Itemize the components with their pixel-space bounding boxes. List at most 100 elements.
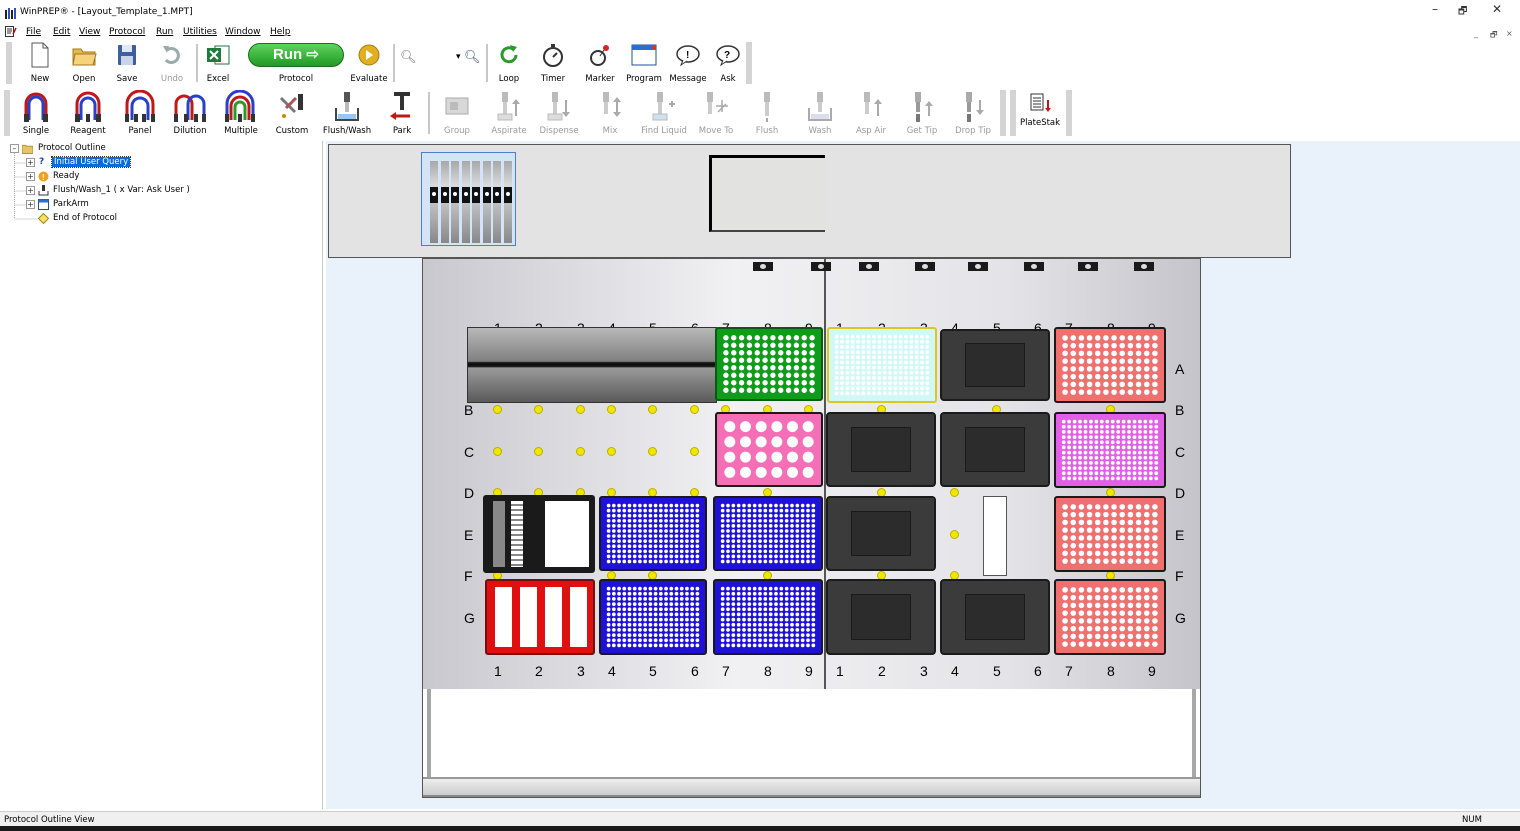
- close-button[interactable]: ✕: [1492, 2, 1502, 16]
- menu-protocol[interactable]: Protocol: [109, 27, 145, 37]
- asp-air-button[interactable]: Asp Air: [850, 88, 892, 136]
- plate-salmon-96[interactable]: [1054, 496, 1166, 572]
- single-button[interactable]: Single: [14, 88, 58, 136]
- platestak-button[interactable]: PlateStak: [1018, 88, 1062, 136]
- get-tip-icon: [915, 92, 933, 122]
- get-tip-button[interactable]: Get Tip: [900, 88, 944, 136]
- group-button[interactable]: Group: [436, 88, 478, 136]
- status-bar: Protocol Outline View NUM: [0, 811, 1520, 826]
- deck-position-dot[interactable]: [493, 447, 502, 456]
- plate-cyan-384[interactable]: [827, 327, 937, 403]
- menu-utilities[interactable]: Utilities: [183, 27, 217, 37]
- aspirate-button[interactable]: Aspirate: [486, 88, 532, 136]
- mdi-close-button[interactable]: ×: [1506, 29, 1513, 38]
- flush-button[interactable]: Flush: [748, 88, 786, 136]
- deck-mount-tab: [915, 262, 935, 271]
- menu-help[interactable]: Help: [270, 27, 291, 37]
- evaluate-button[interactable]: Evaluate: [348, 40, 390, 84]
- excel-button[interactable]: Excel: [200, 40, 236, 84]
- deck-position-dot[interactable]: [493, 405, 502, 414]
- plate-blue-384[interactable]: [713, 496, 823, 571]
- single-tube[interactable]: [983, 496, 1007, 576]
- wash-station[interactable]: [709, 155, 825, 232]
- undo-button[interactable]: Undo: [154, 40, 190, 84]
- mix-button[interactable]: Mix: [590, 88, 630, 136]
- flush-wash-button[interactable]: Flush/Wash: [320, 88, 374, 136]
- panel-button[interactable]: Panel: [118, 88, 162, 136]
- restore-button[interactable]: 🗗: [1458, 4, 1467, 21]
- menu-run[interactable]: Run: [156, 27, 173, 37]
- toolbar-overflow[interactable]: [746, 42, 752, 84]
- menu-view[interactable]: View: [79, 27, 100, 37]
- loop-button[interactable]: Loop: [492, 40, 526, 84]
- deck-position-dot[interactable]: [607, 447, 616, 456]
- move-to-button[interactable]: Move To: [694, 88, 738, 136]
- deck-position-dot[interactable]: [648, 405, 657, 414]
- plate-blue-384[interactable]: [599, 496, 707, 571]
- plate-salmon-96[interactable]: [1054, 579, 1166, 655]
- deck-position-dot[interactable]: [950, 530, 959, 539]
- mdi-restore-button[interactable]: 🗗: [1490, 29, 1498, 43]
- open-button[interactable]: Open: [66, 40, 102, 84]
- deck-position-dot[interactable]: [534, 405, 543, 414]
- zoom-dropdown-icon[interactable]: ▾: [456, 52, 461, 62]
- wash-button[interactable]: Wash: [800, 88, 840, 136]
- toolbar-grip[interactable]: [4, 90, 10, 136]
- new-button[interactable]: New: [22, 40, 58, 84]
- deck-position-dot[interactable]: [576, 447, 585, 456]
- deck-position-dot[interactable]: [576, 405, 585, 414]
- plate-carrier[interactable]: [826, 412, 936, 487]
- minimize-button[interactable]: –: [1432, 2, 1438, 16]
- find-liquid-button[interactable]: Find Liquid: [638, 88, 690, 136]
- ask-button[interactable]: ? Ask: [712, 40, 744, 84]
- deck-position-dot[interactable]: [690, 447, 699, 456]
- run-button[interactable]: Run ⇨ Protocol: [246, 40, 346, 84]
- custom-button[interactable]: Custom: [270, 88, 314, 136]
- deck-frame: 112233445566778899112233445566778899ABBC…: [422, 258, 1201, 798]
- dilution-button[interactable]: Dilution: [168, 88, 212, 136]
- plate-carrier[interactable]: [940, 329, 1050, 401]
- tube-rack[interactable]: [483, 495, 595, 573]
- timer-button[interactable]: Timer: [536, 40, 570, 84]
- multiple-button[interactable]: Multiple: [218, 88, 264, 136]
- message-button[interactable]: ! Message: [666, 40, 710, 84]
- channel-block: [451, 187, 459, 203]
- reservoir-trough[interactable]: [467, 327, 717, 403]
- svg-text:?: ?: [724, 50, 730, 61]
- deck-position-dot[interactable]: [648, 447, 657, 456]
- toolbar-overflow[interactable]: [1000, 90, 1006, 136]
- plate-blue-384[interactable]: [599, 579, 707, 655]
- reagent-button[interactable]: Reagent: [66, 88, 110, 136]
- pipetting-head[interactable]: [421, 152, 516, 246]
- plate-salmon-96[interactable]: [1054, 327, 1166, 403]
- plate-carrier[interactable]: [826, 579, 936, 655]
- menu-edit[interactable]: Edit: [53, 27, 70, 37]
- dispense-button[interactable]: Dispense: [536, 88, 582, 136]
- drop-tip-button[interactable]: Drop Tip: [950, 88, 996, 136]
- park-button[interactable]: Park: [382, 88, 422, 136]
- program-button[interactable]: Program: [624, 40, 664, 84]
- plate-pink-24[interactable]: [715, 412, 823, 487]
- plate-carrier[interactable]: [826, 496, 936, 571]
- reservoir-red[interactable]: [485, 579, 595, 655]
- deck-position-dot[interactable]: [950, 488, 959, 497]
- deck-position-dot[interactable]: [607, 405, 616, 414]
- zoom-out-icon[interactable]: 🔍︎: [400, 50, 417, 65]
- mdi-minimize-button[interactable]: _: [1474, 29, 1478, 38]
- save-button[interactable]: Save: [109, 40, 145, 84]
- plate-blue-384[interactable]: [713, 579, 823, 655]
- carrier-cutout: [851, 593, 911, 641]
- plate-green-96[interactable]: [715, 327, 823, 401]
- zoom-in-icon[interactable]: 🔍︎: [464, 50, 481, 65]
- plate-carrier[interactable]: [940, 412, 1050, 487]
- toolbar-overflow[interactable]: [1066, 90, 1072, 136]
- deck-position-dot[interactable]: [690, 405, 699, 414]
- menu-file[interactable]: File: [26, 27, 41, 37]
- marker-button[interactable]: Marker: [580, 40, 620, 84]
- toolbar-grip[interactable]: [1010, 90, 1016, 136]
- plate-carrier[interactable]: [940, 579, 1050, 655]
- menu-window[interactable]: Window: [225, 27, 261, 37]
- plate-magenta-384[interactable]: [1054, 412, 1166, 488]
- toolbar-grip[interactable]: [6, 42, 12, 84]
- deck-position-dot[interactable]: [534, 447, 543, 456]
